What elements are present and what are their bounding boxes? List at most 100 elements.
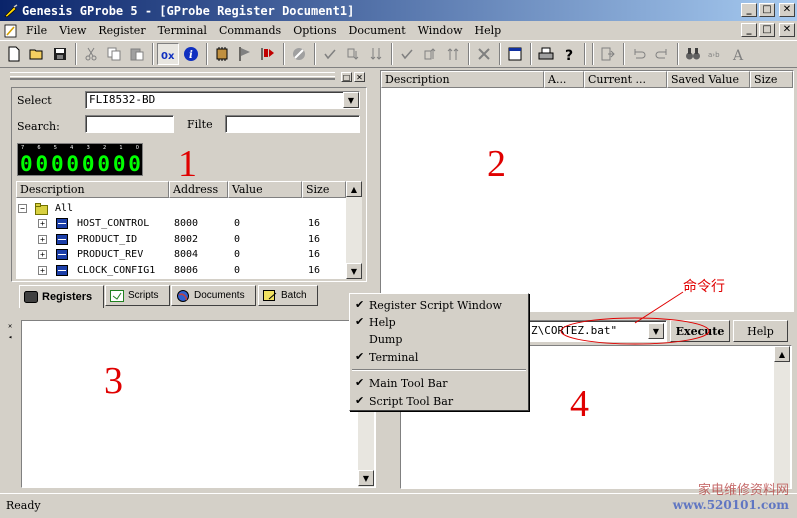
cut-button[interactable] xyxy=(80,43,102,65)
read-down-button[interactable] xyxy=(365,43,387,65)
panel-restore-button[interactable]: □ xyxy=(341,72,352,82)
menu-view[interactable]: View xyxy=(54,24,93,37)
led-digit[interactable]: 0 xyxy=(51,153,64,175)
read-button[interactable] xyxy=(319,43,341,65)
doc-column-address[interactable]: A... xyxy=(544,71,584,88)
scroll-down-icon[interactable]: ▼ xyxy=(346,263,362,279)
expand-toggle[interactable]: + xyxy=(38,219,47,228)
doc-close-button[interactable]: ✕ xyxy=(779,23,795,37)
delete-button[interactable] xyxy=(473,43,495,65)
undo-button[interactable] xyxy=(628,43,650,65)
menu-options[interactable]: Options xyxy=(288,24,343,37)
table-row[interactable]: + PRODUCT_ID 8002 0 16 xyxy=(16,233,346,248)
register-value: 0 xyxy=(234,218,241,229)
printer-icon xyxy=(538,47,554,60)
find-button[interactable] xyxy=(682,43,704,65)
menu-item-main-tool-bar[interactable]: ✔ Main Tool Bar xyxy=(350,375,528,391)
menu-item-terminal[interactable]: ✔ Terminal xyxy=(350,349,528,365)
doc-column-size[interactable]: Size xyxy=(750,71,793,88)
menu-file[interactable]: File xyxy=(21,24,54,37)
hex-button[interactable]: 0x xyxy=(157,43,179,65)
column-header-size[interactable]: Size xyxy=(302,181,346,198)
table-row[interactable]: + HOST_CONTROL 8000 0 16 xyxy=(16,217,346,232)
write-up-button[interactable] xyxy=(442,43,464,65)
doc-restore-button[interactable]: □ xyxy=(759,23,775,37)
minimize-button[interactable]: _ xyxy=(741,3,757,17)
doc-column-saved-value[interactable]: Saved Value xyxy=(667,71,750,88)
close-button[interactable]: ✕ xyxy=(779,3,795,17)
maximize-button[interactable]: □ xyxy=(759,3,775,17)
chevron-down-icon[interactable]: ▼ xyxy=(343,92,359,108)
tab-batch[interactable]: Batch xyxy=(258,285,318,306)
redo-button[interactable] xyxy=(651,43,673,65)
collapse-toggle[interactable]: − xyxy=(18,204,27,213)
save-button[interactable] xyxy=(49,43,71,65)
tab-batch-label: Batch xyxy=(281,290,307,301)
scroll-up-icon[interactable]: ▲ xyxy=(346,181,362,197)
doc-column-description[interactable]: Description xyxy=(381,71,544,88)
doc-column-current[interactable]: Current ... xyxy=(584,71,667,88)
stop-button[interactable] xyxy=(257,43,279,65)
panel-close-button[interactable]: ✕ xyxy=(354,72,365,82)
menu-register[interactable]: Register xyxy=(93,24,152,37)
script-editor[interactable] xyxy=(21,320,376,488)
help-button[interactable]: ? xyxy=(558,43,580,65)
menu-item-dump[interactable]: Dump xyxy=(350,331,528,347)
filter-input[interactable] xyxy=(225,115,360,133)
expand-toggle[interactable]: + xyxy=(38,250,47,259)
table-row[interactable]: + CLOCK_CONFIG1 8006 0 16 xyxy=(16,264,346,279)
menu-document[interactable]: Document xyxy=(344,24,413,37)
info-button[interactable]: i xyxy=(180,43,202,65)
column-header-value[interactable]: Value xyxy=(228,181,302,198)
window-button[interactable] xyxy=(504,43,526,65)
document-icon[interactable] xyxy=(4,24,18,38)
save-icon xyxy=(54,48,66,60)
read-all-button[interactable] xyxy=(342,43,364,65)
script-panel-close-icon[interactable]: ✕ xyxy=(8,322,16,332)
table-row[interactable]: + PRODUCT_REV 8004 0 16 xyxy=(16,248,346,263)
led-digit[interactable]: 0 xyxy=(82,153,95,175)
scroll-up-icon[interactable]: ▲ xyxy=(774,346,790,362)
font-button[interactable]: A xyxy=(728,43,750,65)
led-digit[interactable]: 0 xyxy=(113,153,126,175)
menu-item-register-script-window[interactable]: ✔ Register Script Window xyxy=(350,297,528,313)
menu-item-script-tool-bar[interactable]: ✔ Script Tool Bar xyxy=(350,393,528,409)
expand-toggle[interactable]: + xyxy=(38,235,47,244)
disable-button[interactable] xyxy=(288,43,310,65)
register-table-scrollbar[interactable]: ▲ ▼ xyxy=(346,181,362,279)
menu-help[interactable]: Help xyxy=(469,24,508,37)
tab-registers[interactable]: Registers xyxy=(19,285,104,308)
doc-minimize-button[interactable]: _ xyxy=(741,23,757,37)
write-all-button[interactable] xyxy=(419,43,441,65)
paste-button[interactable] xyxy=(126,43,148,65)
chip-select[interactable]: FLI8532-BD xyxy=(85,91,360,109)
scroll-down-icon[interactable]: ▼ xyxy=(358,470,374,486)
write-button[interactable] xyxy=(396,43,418,65)
menu-item-help[interactable]: ✔ Help xyxy=(350,314,528,330)
expand-toggle[interactable]: + xyxy=(38,266,47,275)
tab-scripts[interactable]: Scripts xyxy=(105,285,170,306)
print-button[interactable] xyxy=(535,43,557,65)
column-header-description[interactable]: Description xyxy=(16,181,169,198)
tab-documents[interactable]: Documents xyxy=(171,285,256,306)
led-digit[interactable]: 0 xyxy=(35,153,48,175)
open-button[interactable] xyxy=(26,43,48,65)
menu-commands[interactable]: Commands xyxy=(214,24,288,37)
script-run-button[interactable] xyxy=(597,43,619,65)
new-button[interactable] xyxy=(3,43,25,65)
led-digit[interactable]: 0 xyxy=(20,153,33,175)
led-digit[interactable]: 0 xyxy=(66,153,79,175)
menu-terminal[interactable]: Terminal xyxy=(153,24,214,37)
chip-button[interactable] xyxy=(211,43,233,65)
check-icon: ✔ xyxy=(355,376,365,389)
help-command-button[interactable]: Help xyxy=(733,320,788,342)
script-panel-collapse-icon[interactable]: ◂ xyxy=(8,333,16,343)
replace-button[interactable]: a›b xyxy=(705,43,727,65)
terminal-scrollbar[interactable]: ▲ xyxy=(774,346,790,488)
run-button[interactable] xyxy=(234,43,256,65)
search-input[interactable] xyxy=(85,115,174,133)
led-digit[interactable]: 0 xyxy=(97,153,110,175)
copy-button[interactable] xyxy=(103,43,125,65)
led-digit[interactable]: 0 xyxy=(128,153,141,175)
menu-window[interactable]: Window xyxy=(413,24,470,37)
